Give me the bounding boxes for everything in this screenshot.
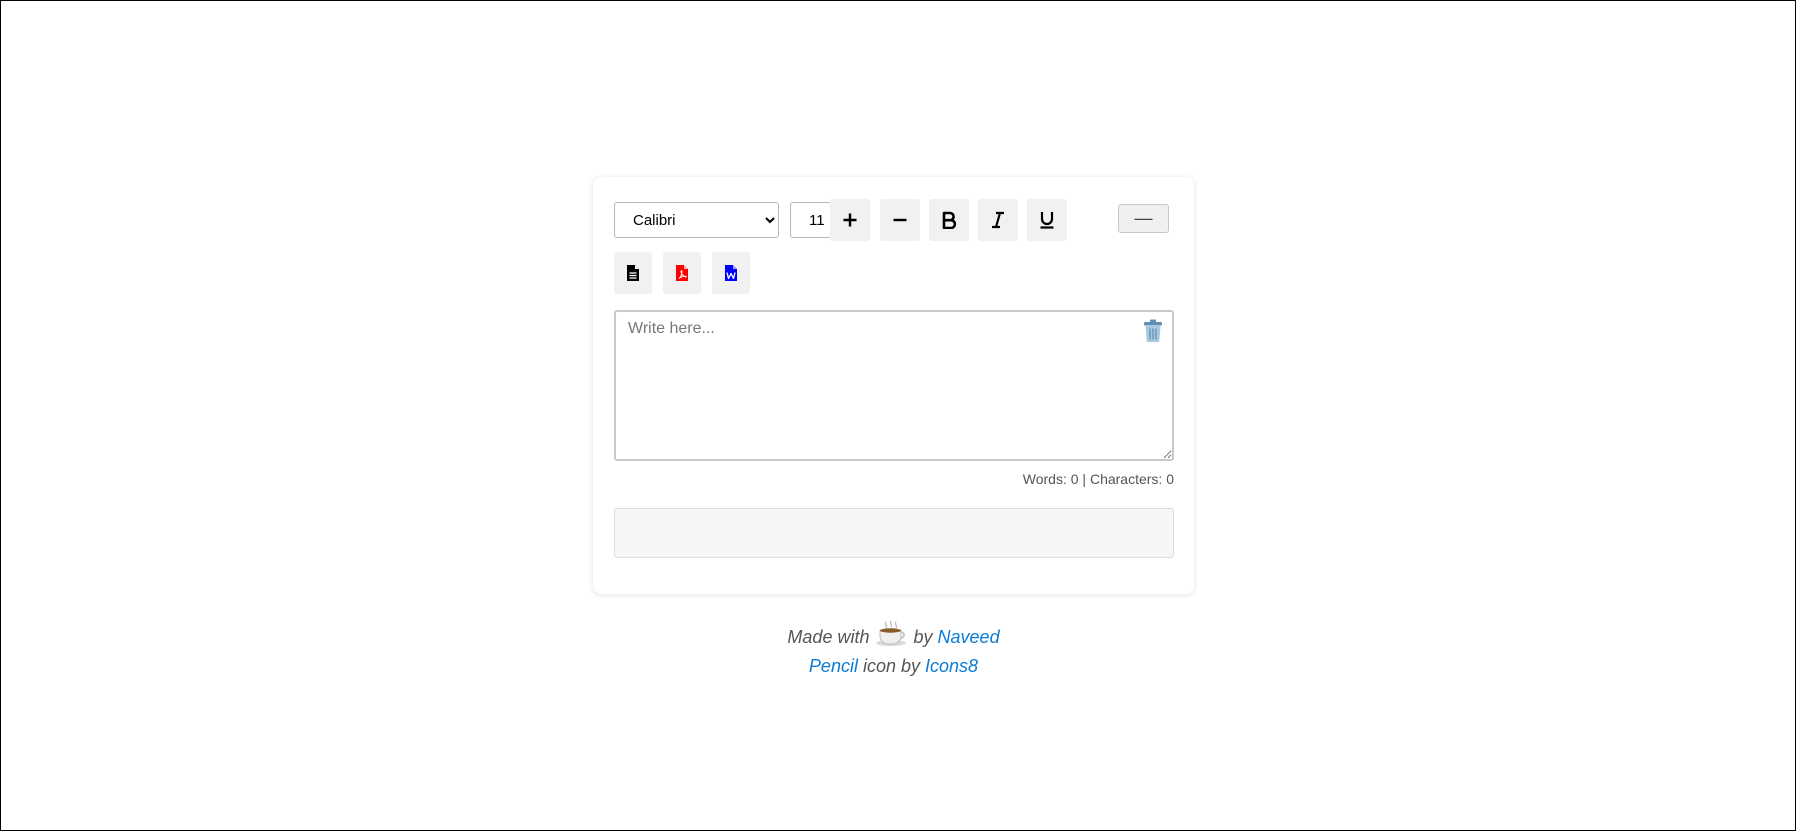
by-text: by [913,627,933,647]
coffee-icon [876,620,907,646]
word-count: 0 [1070,471,1079,487]
italic-button[interactable] [978,199,1018,241]
horizontal-line-icon: — [1134,208,1153,228]
export-text-button[interactable] [614,252,652,294]
stats-separator: | [1082,471,1087,487]
icon-by-text: icon by [862,656,921,676]
font-family-select[interactable]: Calibri [614,202,779,238]
underline-button[interactable] [1027,199,1067,241]
footer-icon-credit: Pencil icon by Icons8 [593,656,1194,677]
editor-card: Calibri 11 — Write here... Words: 0 | Ch… [593,177,1194,594]
word-file-icon [725,265,737,281]
clear-button[interactable] [1141,318,1165,344]
horizontal-rule-button[interactable]: — [1118,204,1169,233]
italic-icon [992,211,1004,229]
author-link[interactable]: Naveed [938,627,1000,647]
text-file-icon [627,265,639,281]
output-panel [614,508,1174,558]
pdf-file-icon [676,265,688,281]
export-pdf-button[interactable] [663,252,701,294]
underline-icon [1040,212,1054,229]
icons8-link[interactable]: Icons8 [925,656,978,676]
words-label: Words: [1022,471,1067,487]
bold-button[interactable] [929,199,969,241]
character-count: 0 [1166,471,1174,487]
text-editor[interactable] [614,310,1174,461]
trash-icon [1144,319,1162,342]
increase-font-size-button[interactable] [830,199,870,241]
footer-credit: Made with by Naveed [593,619,1194,648]
export-word-button[interactable] [712,252,750,294]
pencil-icon-link[interactable]: Pencil [809,656,858,676]
plus-icon [843,213,857,227]
characters-label: Characters: [1089,471,1163,487]
bold-icon [942,211,957,229]
decrease-font-size-button[interactable] [880,199,920,241]
minus-icon [893,218,907,222]
made-with-text: Made with [787,627,870,647]
word-character-count: Words: 0 | Characters: 0 [1023,471,1174,487]
